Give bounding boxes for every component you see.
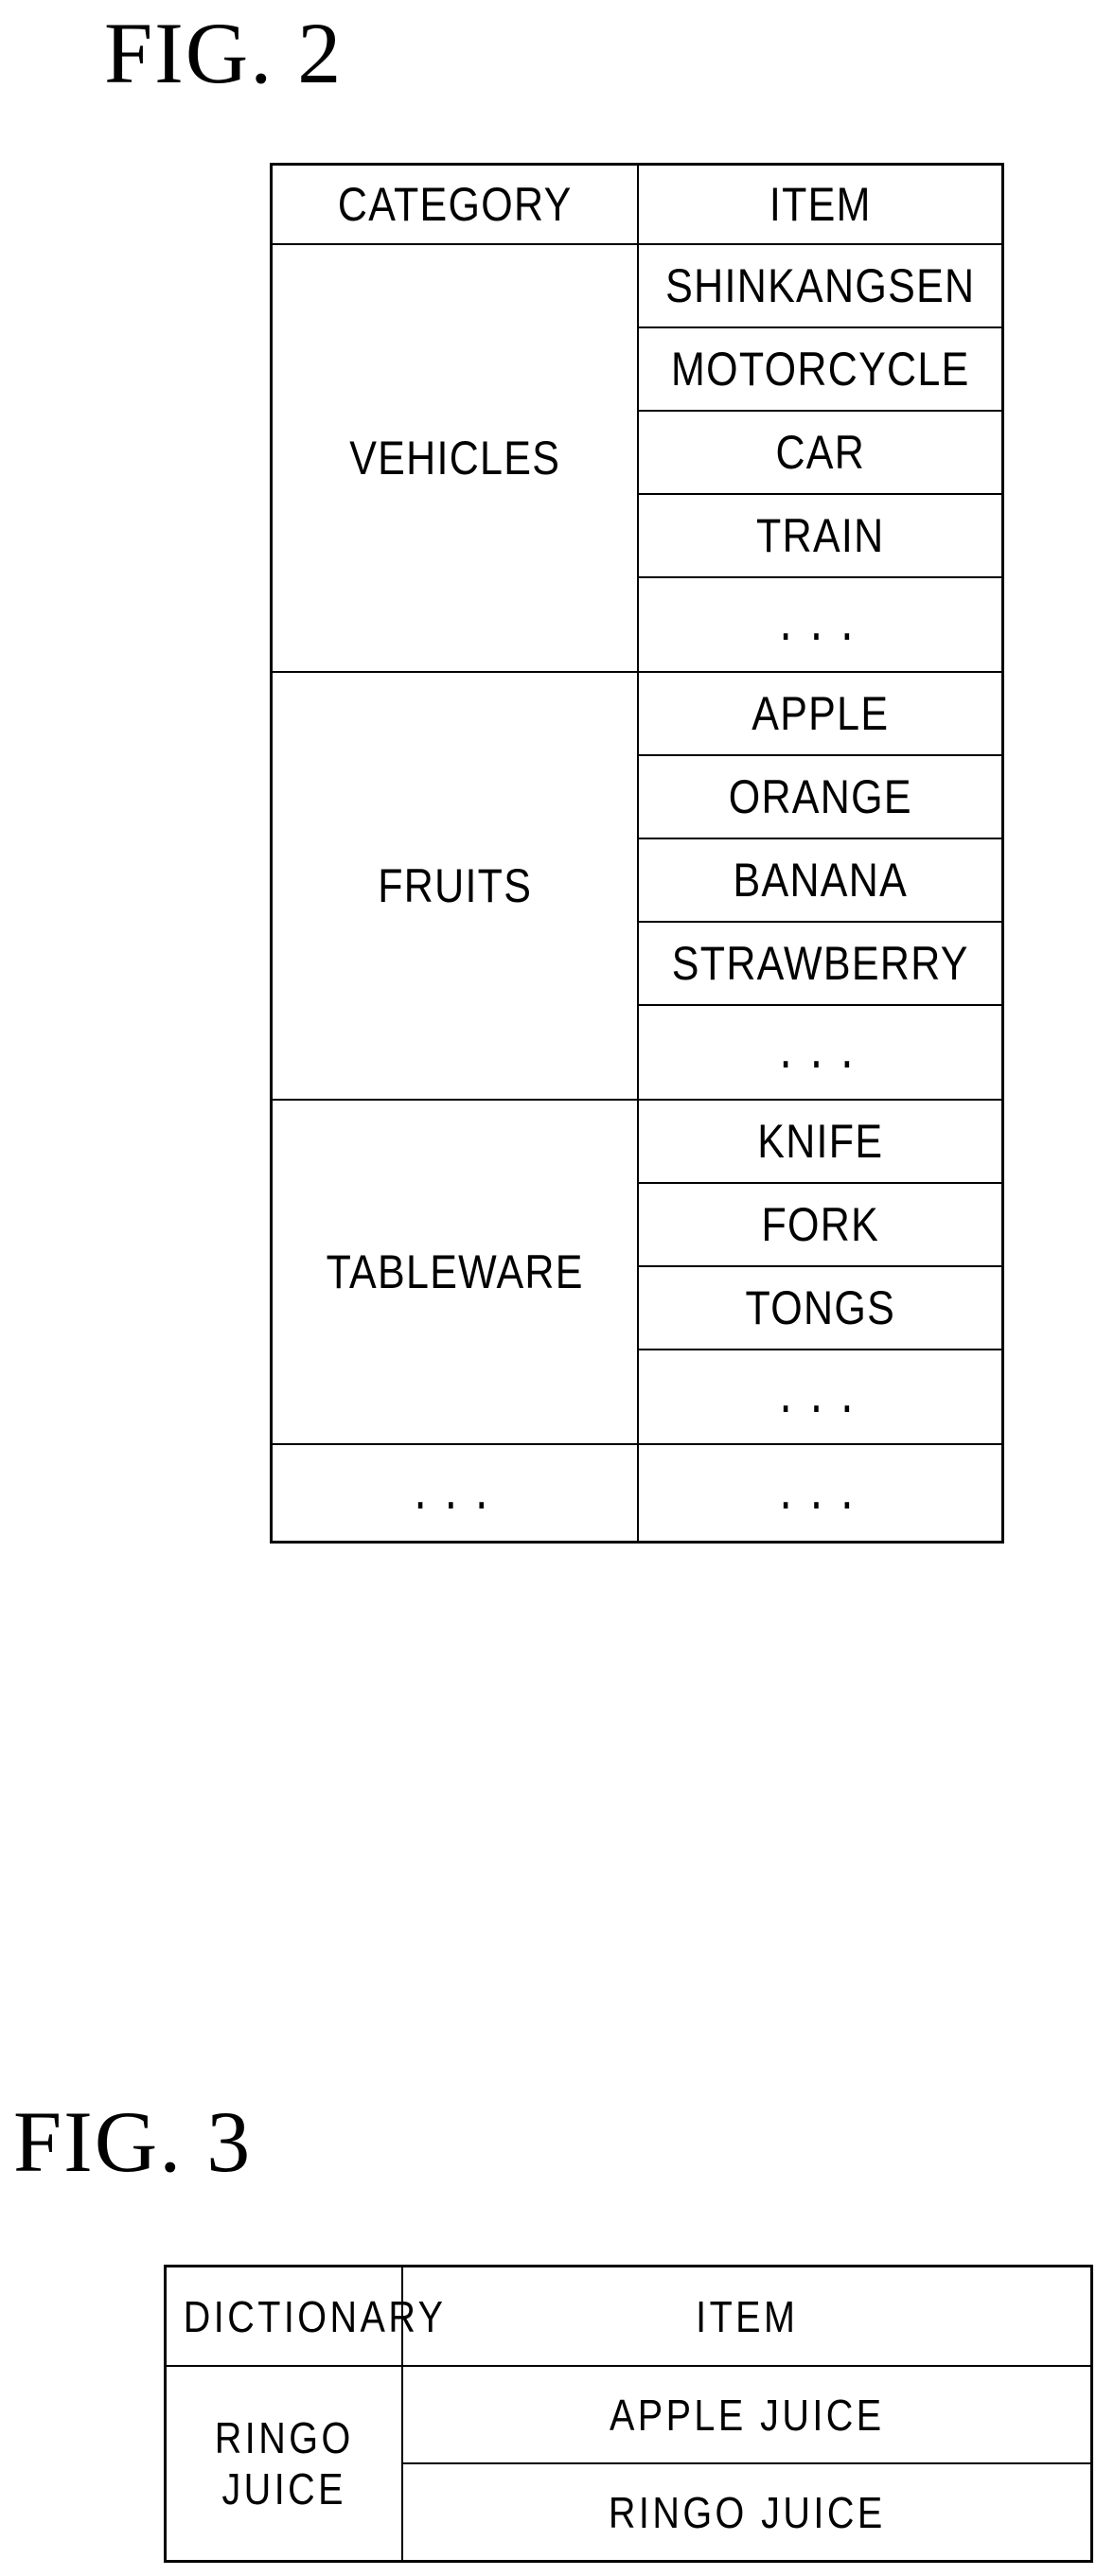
figure-3-dictionary-item-table: DICTIONARY ITEM RINGO JUICE APPLE JUICE … [164,2265,1093,2563]
column-header-item: ITEM [449,2265,1045,2367]
category-cell-ellipsis: ... [295,1443,613,1544]
ellipsis-glyph: ... [773,1032,866,1081]
table-row: ... ... [272,1443,1003,1544]
ellipsis-glyph: ... [773,1376,866,1425]
table-header-row: DICTIONARY ITEM [166,2265,1092,2367]
item-cell: TRAIN [662,493,979,578]
item-cell: SHINKANGSEN [662,243,979,328]
item-cell: APPLE [662,671,979,756]
figure-2-category-item-table: CATEGORY ITEM VEHICLES SHINKANGSEN MOTOR… [270,163,1004,1544]
item-cell: KNIFE [662,1099,979,1184]
table-header-row: CATEGORY ITEM [272,163,1003,245]
dictionary-cell-ringo-juice: RINGO JUICE [181,2365,386,2563]
category-cell-vehicles: VEHICLES [295,243,613,673]
ellipsis-glyph: ... [408,1472,501,1522]
column-header-item: ITEM [662,163,979,245]
item-cell-ellipsis: ... [662,1443,979,1544]
item-cell: APPLE JUICE [449,2365,1045,2464]
item-cell: CAR [662,410,979,495]
item-cell: MOTORCYCLE [662,326,979,412]
category-cell-fruits: FRUITS [295,671,613,1101]
item-cell: STRAWBERRY [662,921,979,1006]
figure-2-caption: FIG. 2 [104,5,344,101]
ellipsis-glyph: ... [773,1472,866,1522]
table-row: TABLEWARE KNIFE [272,1099,1003,1445]
figure-3-caption: FIG. 3 [13,2093,253,2190]
table-row: VEHICLES SHINKANGSEN [272,243,1003,673]
column-header-category: CATEGORY [295,163,613,245]
item-cell: RINGO JUICE [449,2462,1045,2563]
column-header-dictionary: DICTIONARY [181,2265,443,2367]
table-row: RINGO JUICE APPLE JUICE [166,2365,1092,2563]
item-cell: TONGS [662,1265,979,1350]
item-cell-ellipsis: ... [662,1349,979,1445]
item-cell-ellipsis: ... [662,576,979,673]
item-cell: ORANGE [662,754,979,839]
item-cell: FORK [662,1182,979,1267]
item-cell-ellipsis: ... [662,1004,979,1101]
item-cell: BANANA [662,838,979,923]
table-row: FRUITS APPLE [272,671,1003,1101]
ellipsis-glyph: ... [773,604,866,653]
category-cell-tableware: TABLEWARE [295,1099,613,1445]
